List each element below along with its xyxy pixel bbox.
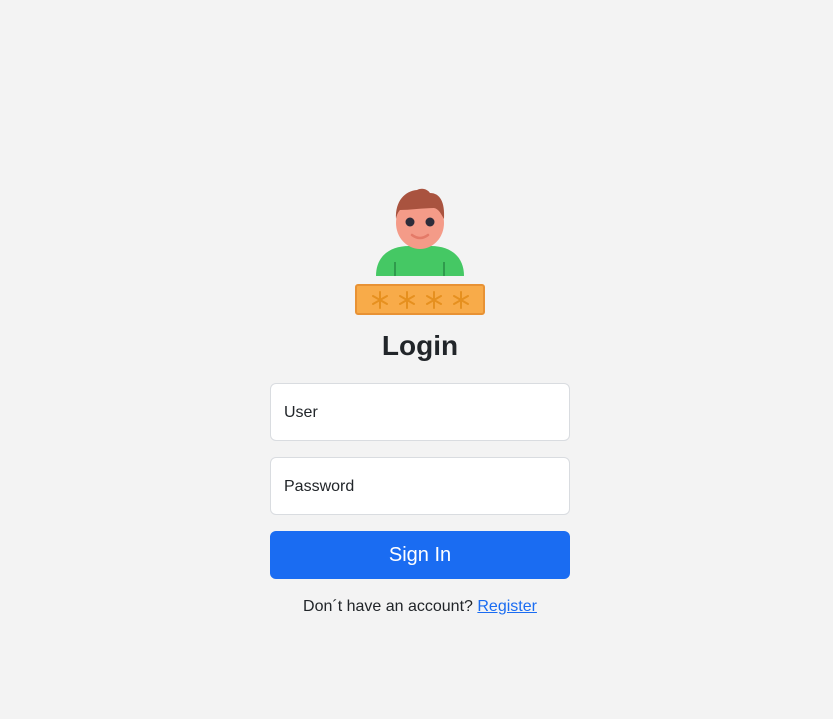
no-account-text: Don´t have an account?	[303, 598, 473, 615]
password-field-placeholder: Password	[284, 478, 355, 495]
user-password-icon	[355, 188, 485, 315]
register-link[interactable]: Register	[477, 598, 537, 615]
user-field[interactable]: User	[270, 383, 570, 441]
page-title: Login	[381, 330, 459, 361]
register-prompt: Don´t have an account? Register	[270, 597, 570, 617]
page-header-band	[0, 0, 833, 156]
user-password-illustration	[270, 186, 570, 318]
login-form: Login User Password Sign In Don´t have a…	[270, 186, 570, 617]
password-field[interactable]: Password	[270, 457, 570, 515]
sign-in-button[interactable]: Sign In	[270, 531, 570, 579]
user-field-placeholder: User	[284, 404, 318, 421]
